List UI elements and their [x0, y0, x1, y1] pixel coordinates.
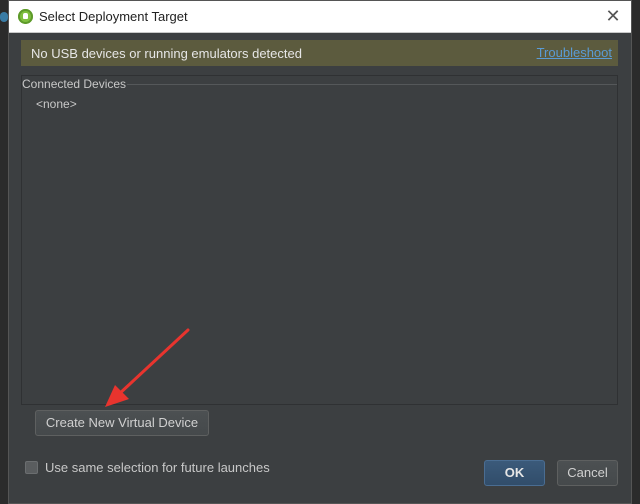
background-ide-icon [0, 12, 8, 22]
cancel-button[interactable]: Cancel [557, 460, 618, 486]
troubleshoot-link[interactable]: Troubleshoot [537, 45, 612, 60]
dialog-titlebar[interactable]: Select Deployment Target ✕ [9, 1, 631, 33]
ok-button[interactable]: OK [484, 460, 545, 486]
dialog-title: Select Deployment Target [39, 9, 188, 24]
device-list-item[interactable]: <none> [36, 97, 77, 111]
screen: Select Deployment Target ✕ No USB device… [0, 0, 640, 504]
connected-devices-panel: Connected Devices <none> [21, 75, 618, 405]
notice-message: No USB devices or running emulators dete… [31, 46, 302, 61]
android-studio-icon [18, 9, 33, 24]
background-ide-gutter [0, 0, 8, 504]
same-selection-checkbox[interactable] [25, 461, 38, 474]
create-new-virtual-device-button[interactable]: Create New Virtual Device [35, 410, 209, 436]
select-deployment-target-dialog: Select Deployment Target ✕ No USB device… [8, 0, 632, 504]
connected-devices-label: Connected Devices [22, 77, 133, 91]
close-icon[interactable]: ✕ [605, 7, 621, 25]
no-devices-notice: No USB devices or running emulators dete… [21, 40, 618, 66]
same-selection-label: Use same selection for future launches [45, 460, 270, 475]
group-divider [127, 84, 617, 85]
